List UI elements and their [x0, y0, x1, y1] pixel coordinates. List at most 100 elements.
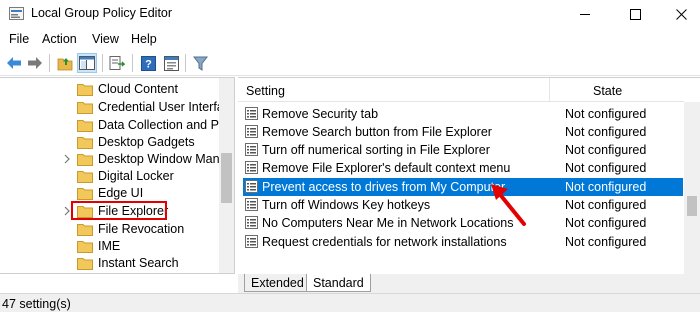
menu-help[interactable]: Help [131, 32, 157, 46]
policy-setting-icon [245, 125, 258, 138]
tree-item[interactable]: IME [0, 238, 220, 255]
row-state: Not configured [565, 216, 647, 230]
row-state: Not configured [565, 180, 647, 194]
tree-item-label: Credential User Interfac [98, 100, 231, 114]
list-scrollbar[interactable] [684, 102, 700, 274]
tree-item[interactable]: Cloud Content [0, 81, 220, 98]
policy-setting-icon [245, 235, 258, 248]
tree-item[interactable]: File Revocation [0, 221, 220, 238]
tree-item[interactable]: Edge UI [0, 185, 220, 202]
group-policy-app-icon [9, 7, 24, 20]
tree-scrollbar-thumb[interactable] [221, 153, 232, 203]
policy-setting-icon [245, 180, 258, 193]
folder-icon [77, 224, 93, 236]
up-one-level-button[interactable] [55, 53, 75, 73]
red-highlight-annotation [71, 201, 167, 220]
properties-icon [163, 55, 179, 71]
settings-list[interactable]: Setting State Remove Security tab Not co… [238, 77, 700, 274]
column-header-setting-label: Setting [246, 84, 285, 98]
tree-item-label: Instant Search [98, 256, 179, 270]
forward-arrow-icon [28, 57, 42, 69]
window-title: Local Group Policy Editor [31, 6, 173, 20]
table-row[interactable]: Turn off numerical sorting in File Explo… [243, 141, 683, 159]
close-button[interactable] [658, 0, 700, 28]
tree-item[interactable]: Instant Search [0, 255, 220, 272]
table-row[interactable]: No Computers Near Me in Network Location… [243, 214, 683, 232]
row-state: Not configured [565, 198, 647, 212]
folder-icon [77, 120, 93, 132]
column-header-state-label: State [593, 84, 623, 98]
folder-icon [77, 102, 93, 114]
tab-standard[interactable]: Standard [306, 274, 371, 292]
row-setting-name: No Computers Near Me in Network Location… [262, 216, 514, 230]
folder-icon [77, 84, 93, 96]
tab-extended-label: Extended [251, 276, 304, 290]
tree-item[interactable]: Data Collection and Pre [0, 117, 230, 134]
red-arrow-annotation-icon [491, 184, 526, 226]
folder-icon [77, 154, 93, 166]
policy-setting-icon [245, 107, 258, 120]
menu-action[interactable]: Action [42, 32, 77, 46]
title-bar: Local Group Policy Editor [0, 0, 700, 28]
maximize-icon [629, 8, 641, 20]
policy-setting-icon [245, 198, 258, 211]
row-state: Not configured [565, 161, 647, 175]
tree-item-label: IME [98, 239, 121, 253]
tree-item[interactable]: Desktop Window Mana [0, 151, 227, 168]
export-list-button[interactable] [107, 53, 127, 73]
tree-item[interactable]: Desktop Gadgets [0, 134, 220, 151]
show-hide-console-tree-button[interactable] [77, 53, 97, 73]
maximize-button[interactable] [612, 0, 658, 28]
svg-text:?: ? [145, 58, 152, 70]
table-row[interactable]: Request credentials for network installa… [243, 233, 683, 251]
table-row[interactable]: Remove File Explorer's default context m… [243, 159, 683, 177]
console-tree[interactable]: Cloud Content Credential User Interfac D… [0, 77, 235, 274]
view-tabs: Extended Standard [238, 274, 700, 293]
back-button[interactable] [4, 53, 24, 73]
tab-extended[interactable]: Extended [244, 274, 311, 292]
toolbar-separator [132, 54, 133, 72]
row-setting-name: Request credentials for network installa… [262, 235, 507, 249]
row-setting-name: Remove File Explorer's default context m… [262, 161, 511, 175]
column-header-setting[interactable]: Setting [238, 78, 549, 102]
folder-icon [77, 241, 93, 253]
folder-icon [77, 171, 93, 183]
column-header-state[interactable]: State [550, 78, 684, 102]
tree-item-label: File Revocation [98, 222, 185, 236]
tree-item[interactable]: Digital Locker [0, 168, 220, 185]
list-scrollbar-thumb[interactable] [687, 196, 697, 216]
policy-setting-icon [245, 143, 258, 156]
table-row[interactable]: Remove Security tab Not configured [243, 105, 683, 123]
status-setting-count: 47 setting(s) [2, 297, 71, 311]
row-setting-name: Turn off Windows Key hotkeys [262, 198, 431, 212]
table-row[interactable]: Remove Search button from File Explorer … [243, 123, 683, 141]
properties-button[interactable] [161, 53, 181, 73]
filter-icon [192, 56, 208, 71]
tree-item-label: Cloud Content [98, 82, 178, 96]
menu-view[interactable]: View [92, 32, 119, 46]
row-state: Not configured [565, 107, 647, 121]
row-setting-name: Remove Search button from File Explorer [262, 125, 492, 139]
row-state: Not configured [565, 235, 647, 249]
table-row-selected[interactable]: Prevent access to drives from My Compute… [243, 178, 683, 196]
row-state: Not configured [565, 125, 647, 139]
row-state: Not configured [565, 143, 647, 157]
tree-item-label: Digital Locker [98, 169, 174, 183]
toolbar: ? [0, 50, 700, 76]
toolbar-separator [49, 54, 50, 72]
tree-item-label: Desktop Window Mana [98, 152, 227, 166]
minimize-button[interactable] [562, 0, 608, 28]
up-folder-icon [57, 57, 72, 70]
table-row[interactable]: Turn off Windows Key hotkeys Not configu… [243, 196, 683, 214]
filter-button[interactable] [190, 53, 210, 73]
help-button[interactable]: ? [138, 53, 158, 73]
export-list-icon [109, 55, 125, 70]
back-arrow-icon [7, 57, 21, 69]
tree-item[interactable]: Credential User Interfac [0, 99, 230, 116]
chevron-right-icon[interactable] [62, 152, 72, 166]
tree-item-label: Data Collection and Pre [98, 118, 231, 132]
menu-file[interactable]: File [9, 32, 29, 46]
forward-button[interactable] [25, 53, 45, 73]
toolbar-separator [185, 54, 186, 72]
folder-icon [77, 258, 93, 270]
